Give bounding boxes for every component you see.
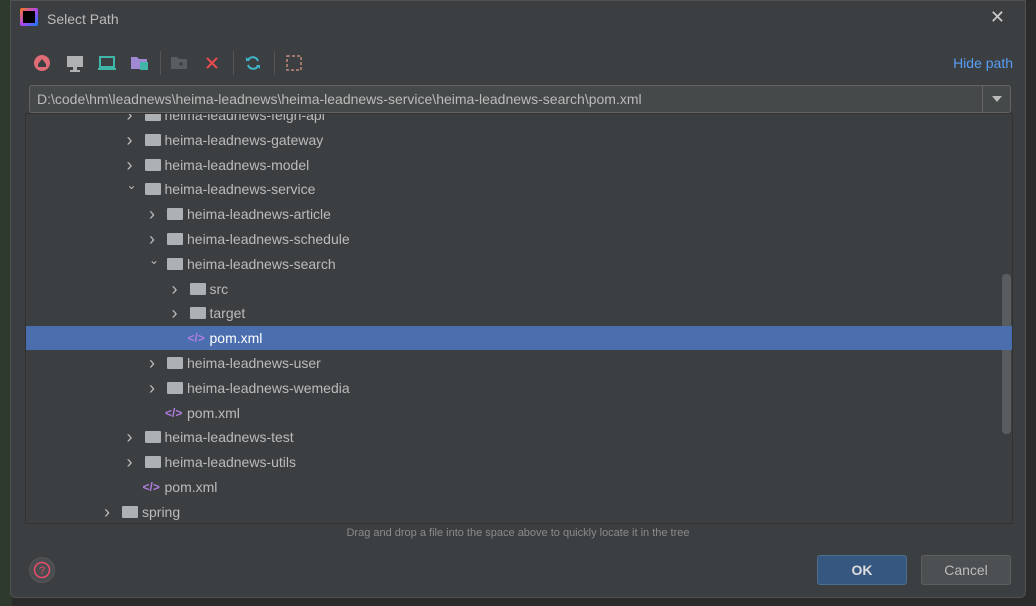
tree-item[interactable]: ⌄ heima-leadnews-service (26, 177, 1012, 201)
drag-drop-hint: Drag and drop a file into the space abov… (346, 527, 690, 539)
folder-icon (144, 431, 161, 444)
tree-item-label: heima-leadnews-utils (164, 454, 297, 471)
tree-item-label: pom.xml (187, 404, 240, 421)
folder-icon (167, 257, 183, 270)
delete-icon[interactable] (201, 52, 223, 74)
tree-item-label: heima-leadnews-search (187, 255, 336, 272)
tree-item[interactable]: › heima-leadnews-gateway (26, 128, 1012, 152)
folder-icon (189, 282, 206, 295)
chevron-right-icon[interactable]: › (172, 277, 178, 301)
tree-item-label: heima-leadnews-service (164, 181, 316, 198)
chevron-right-icon[interactable]: › (149, 202, 155, 226)
divider (274, 51, 275, 75)
chevron-right-icon[interactable]: › (149, 376, 155, 400)
path-history-dropdown[interactable] (982, 86, 1010, 112)
tree-item[interactable]: › target (26, 301, 1012, 325)
intellij-logo-icon (20, 8, 38, 26)
tree-item[interactable]: › heima-leadnews-user (26, 351, 1012, 375)
project-icon[interactable] (96, 52, 118, 74)
help-icon: ? (33, 561, 51, 579)
tree-item[interactable]: › heima-leadnews-schedule (26, 227, 1012, 251)
tree-item[interactable]: › spring (26, 500, 1012, 523)
tree-item[interactable]: › src (26, 277, 1012, 301)
tree-item-label: heima-leadnews-article (187, 206, 331, 223)
tree-item[interactable]: </> pom.xml (26, 401, 1012, 425)
chevron-down-icon (991, 96, 1002, 102)
chevron-right-icon[interactable]: › (127, 450, 133, 474)
home-icon[interactable] (31, 52, 53, 74)
show-hidden-icon[interactable] (283, 52, 305, 74)
dialog-title: Select Path (47, 11, 119, 27)
folder-icon (189, 307, 206, 320)
file-tree[interactable]: › heima-leadnews-feign-api › heima-leadnews… (25, 113, 1013, 524)
chevron-right-icon[interactable]: › (127, 128, 133, 152)
tree-item[interactable]: › heima-leadnews-feign-api (26, 113, 1012, 127)
tree-item-label: pom.xml (209, 330, 263, 347)
tree-item-label: target (209, 305, 246, 322)
module-icon[interactable] (129, 52, 151, 74)
xml-file-icon: </> (142, 480, 160, 494)
chevron-down-icon[interactable]: ⌄ (127, 173, 137, 197)
tree-item-label: heima-leadnews-user (187, 355, 321, 371)
chevron-right-icon[interactable]: › (127, 425, 133, 449)
tree-item[interactable]: </> pom.xml (26, 475, 1012, 499)
folder-icon (144, 456, 161, 469)
tree-item[interactable]: › heima-leadnews-wemedia (26, 376, 1012, 400)
xml-file-icon: </> (187, 331, 205, 346)
divider (160, 51, 161, 75)
folder-icon (122, 505, 138, 518)
tree-item[interactable]: › heima-leadnews-model (26, 153, 1012, 177)
chevron-right-icon[interactable]: › (127, 114, 133, 127)
new-folder-icon[interactable] (169, 52, 191, 74)
tree-item[interactable]: ⌄ heima-leadnews-search (26, 252, 1012, 276)
tree-item[interactable]: </> pom.xml (26, 326, 1012, 351)
divider (233, 51, 234, 75)
xml-file-icon: </> (165, 405, 183, 420)
tree-item-label: heima-leadnews-test (164, 429, 294, 446)
folder-icon (167, 233, 183, 245)
tree-item-label: heima-leadnews-schedule (187, 231, 350, 247)
folder-icon (144, 158, 161, 171)
chevron-down-icon[interactable]: ⌄ (149, 248, 159, 272)
tree-item-label: heima-leadnews-feign-api (164, 113, 325, 123)
chevron-right-icon[interactable]: › (149, 351, 155, 375)
folder-icon (167, 381, 183, 394)
path-input[interactable]: D:\code\hm\leadnews\heima-leadnews\heima… (29, 85, 1011, 113)
tree-item-label: heima-leadnews-wemedia (187, 379, 350, 396)
desktop-icon[interactable] (64, 52, 86, 74)
folder-icon (167, 208, 183, 221)
chevron-right-icon[interactable]: › (172, 301, 178, 325)
refresh-icon[interactable] (242, 52, 264, 74)
path-value: D:\code\hm\leadnews\heima-leadnews\heima… (37, 91, 642, 107)
tree-item-label: pom.xml (164, 479, 218, 495)
cancel-button[interactable]: Cancel (921, 555, 1011, 585)
folder-icon (167, 357, 183, 369)
tree-item-label: spring (142, 503, 181, 520)
tree-item-label: heima-leadnews-gateway (164, 131, 324, 148)
folder-icon (144, 114, 161, 121)
tree-item[interactable]: › heima-leadnews-utils (26, 450, 1012, 474)
tree-item[interactable]: › heima-leadnews-article (26, 202, 1012, 226)
select-path-dialog: Select Path ✕ Hide path D:\code\hm\leadn… (10, 0, 1026, 598)
help-button[interactable]: ? (29, 557, 55, 583)
tree-item-label: src (209, 280, 229, 297)
chevron-right-icon[interactable]: › (104, 500, 110, 523)
close-button[interactable]: ✕ (990, 7, 1005, 28)
folder-icon (144, 133, 161, 146)
folder-icon (144, 183, 161, 196)
ok-button[interactable]: OK (817, 555, 907, 585)
tree-item-label: heima-leadnews-model (164, 156, 310, 173)
tree-item[interactable]: › heima-leadnews-test (26, 425, 1012, 449)
hide-path-link[interactable]: Hide path (953, 55, 1013, 71)
svg-text:?: ? (39, 565, 45, 577)
